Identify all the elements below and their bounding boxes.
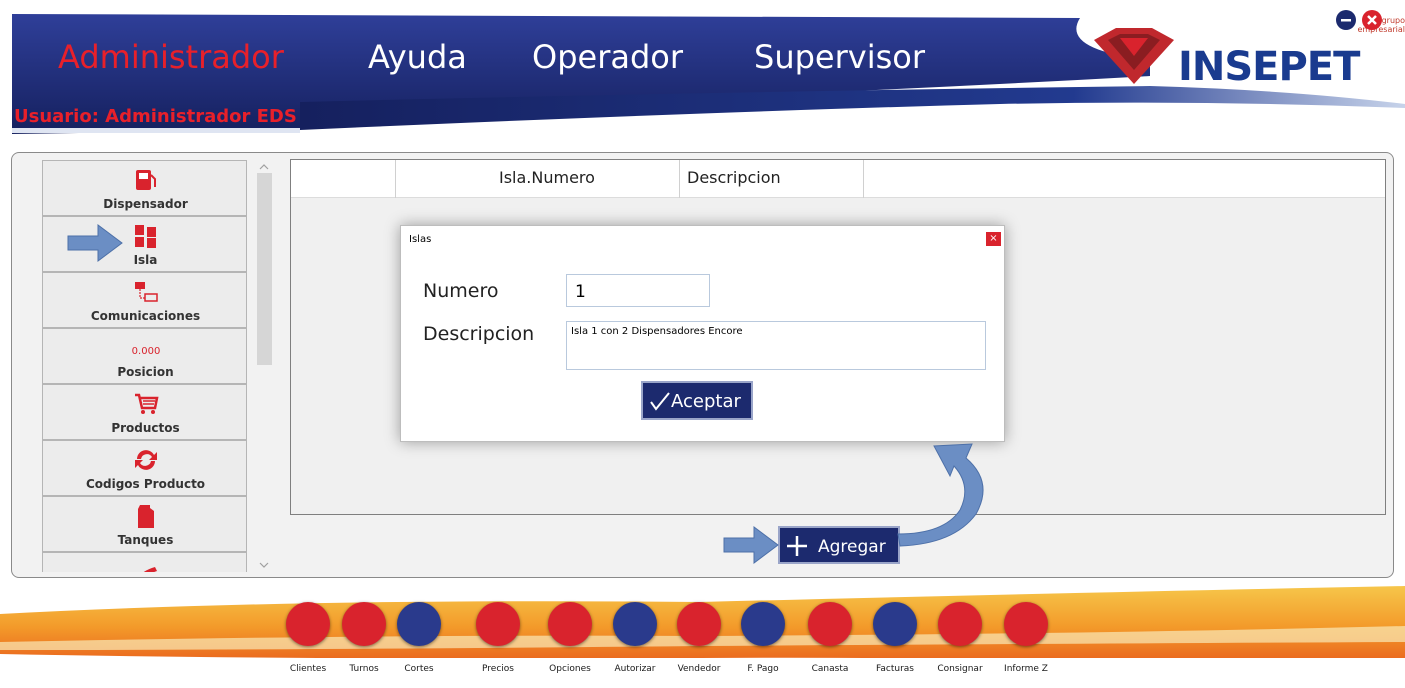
fuel-pump-icon [136,170,156,190]
dialog-close-button[interactable]: × [986,232,1001,246]
hose-icon [143,567,157,572]
gears-icon [548,602,592,646]
island-icon [135,225,156,248]
minimize-button[interactable] [1336,10,1356,30]
sidebar-item-label: Comunicaciones [90,309,201,323]
toolbar-opciones[interactable]: Opciones [544,602,596,674]
toolbar-cortes[interactable]: Cortes [393,602,445,674]
toolbar-autorizar[interactable]: Autorizar [609,602,661,674]
toolbar-label: Precios [482,664,514,674]
sidebar-item-partial[interactable] [42,552,247,572]
menu-ayuda[interactable]: Ayuda [368,38,467,76]
grid-header: Isla.Numero Descripcion [291,160,1385,198]
sidebar-item-codigos-producto[interactable]: Codigos Producto [42,440,247,496]
thumbs-up-icon [613,602,657,646]
toolbar-precios[interactable]: Precios [472,602,524,674]
aceptar-button[interactable]: Aceptar [641,381,753,420]
agregar-button[interactable]: Agregar [778,526,900,564]
report-icon [1004,602,1048,646]
safe-icon [938,602,982,646]
tank-icon [138,505,154,528]
curved-arrow-icon [897,443,984,547]
numero-label: Numero [423,280,499,302]
cart-icon [135,393,159,414]
islas-dialog: Islas × Numero 1 Descripcion Isla 1 con … [400,225,1005,442]
toolbar-vendedor[interactable]: Vendedor [673,602,725,674]
invoice-icon [873,602,917,646]
scrollbar-thumb[interactable] [257,173,272,365]
dialog-title: Islas [409,234,432,245]
price-tag-icon [476,602,520,646]
numero-input[interactable]: 1 [566,274,710,307]
plus-icon [787,536,807,556]
minimize-icon [1341,19,1351,22]
toolbar-informe-z[interactable]: Informe Z [1000,602,1052,674]
column-separator [395,160,396,198]
toolbar-label: Facturas [876,664,914,674]
menu-supervisor[interactable]: Supervisor [754,38,925,76]
app-window: Administrador Ayuda Operador Supervisor … [0,0,1405,688]
toolbar-facturas[interactable]: Facturas [869,602,921,674]
toolbar-label: F. Pago [747,664,779,674]
sidebar-item-dispensador[interactable]: Dispensador [42,160,247,216]
payment-icon [741,602,785,646]
refresh-icon [135,450,157,470]
sidebar-item-label: Posicion [117,365,174,379]
network-icon [135,282,158,302]
basket-icon [808,602,852,646]
toolbar-label: Cortes [404,664,434,674]
toolbar-label: Informe Z [1004,664,1048,674]
sidebar-item-label: Dispensador [103,197,188,211]
toolbar-label: Clientes [289,664,327,674]
alarm-clock-icon [342,602,386,646]
checkmark-icon [650,392,670,411]
toolbar-consignar[interactable]: Consignar [934,602,986,674]
agregar-label: Agregar [818,537,886,557]
close-icon [1367,15,1377,25]
column-separator [863,160,864,198]
menu-administrador[interactable]: Administrador [58,38,284,76]
toolbar-label: Autorizar [614,664,656,674]
descripcion-textarea[interactable]: Isla 1 con 2 Dispensadores Encore [566,321,986,370]
sidebar-item-productos[interactable]: Productos [42,384,247,440]
pointer-arrow-icon [67,224,123,262]
toolbar-label: Opciones [549,664,591,674]
logo-emblem-icon [1094,28,1174,84]
id-card-icon [677,602,721,646]
toolbar-canasta[interactable]: Canasta [804,602,856,674]
pointer-arrow-icon [723,526,779,564]
clients-icon [286,602,330,646]
sidebar-item-comunicaciones[interactable]: Comunicaciones [42,272,247,328]
toolbar-label: Canasta [811,664,849,674]
toolbar-label: Turnos [349,664,379,674]
toolbar-label: Consignar [937,664,983,674]
toolbar-f-pago[interactable]: F. Pago [737,602,789,674]
position-display-icon: 0.000 [131,346,161,357]
scissors-icon [397,602,441,646]
column-header-isla-numero[interactable]: Isla.Numero [499,168,595,187]
column-separator [679,160,680,198]
logo-text: INSEPET [1178,44,1360,90]
toolbar-label: Vendedor [677,664,721,674]
column-header-descripcion[interactable]: Descripcion [687,168,781,187]
sidebar-item-tanques[interactable]: Tanques [42,496,247,552]
sidebar-item-label: Productos [111,421,180,435]
sidebar-item-posicion[interactable]: 0.000 Posicion [42,328,247,384]
descripcion-label: Descripcion [423,323,535,345]
toolbar-turnos[interactable]: Turnos [338,602,390,674]
aceptar-label: Aceptar [671,391,741,412]
user-label: Usuario: Administrador EDS [14,106,297,127]
menu-operador[interactable]: Operador [532,38,683,76]
sidebar-item-label: Tanques [117,533,174,547]
sidebar-item-label: Codigos Producto [85,477,206,491]
toolbar-clientes[interactable]: Clientes [282,602,334,674]
close-app-button[interactable] [1362,10,1382,30]
